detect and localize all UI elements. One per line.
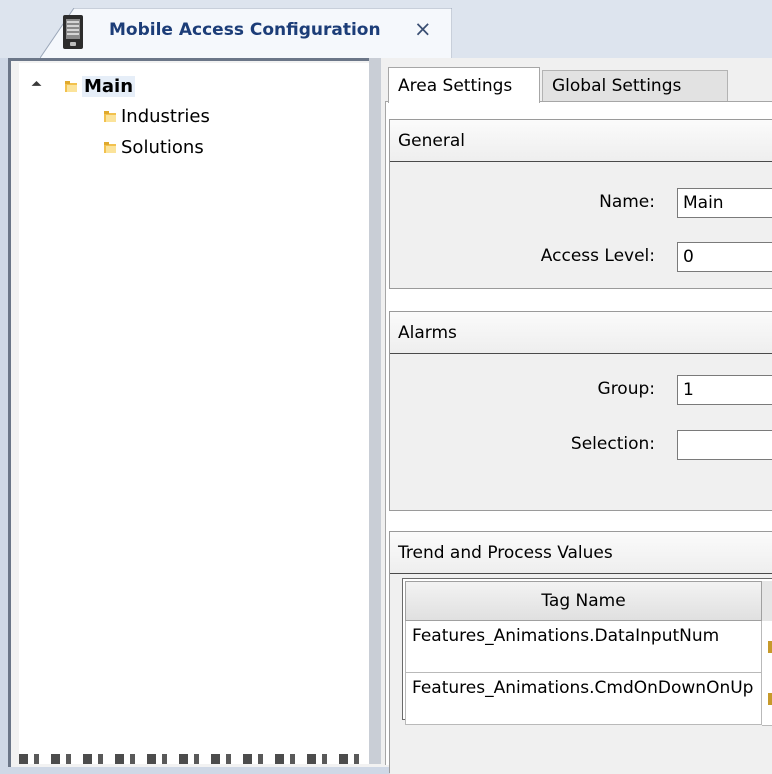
folder-icon — [104, 111, 116, 122]
access-level-field-value: 0 — [683, 247, 694, 267]
table-cell[interactable] — [762, 673, 772, 726]
alarms-group-header: Alarms — [390, 312, 772, 354]
tree-item-solutions[interactable]: Solutions — [103, 134, 204, 160]
tree-item-label: Solutions — [121, 136, 204, 158]
settings-panel: Area Settings Global Settings General Na… — [381, 58, 772, 774]
column-header[interactable] — [762, 581, 772, 622]
alarm-selection-field[interactable] — [677, 430, 772, 460]
close-icon[interactable]: × — [414, 17, 432, 41]
access-level-field[interactable]: 0 — [677, 242, 772, 272]
trend-group: Trend and Process Values Tag Name Featur… — [389, 531, 772, 774]
tab-global-settings[interactable]: Global Settings — [542, 70, 728, 101]
table-cell[interactable] — [762, 621, 772, 674]
selection-label: Selection: — [570, 434, 655, 454]
access-level-label: Access Level: — [540, 246, 655, 266]
name-field-value: Main — [683, 193, 724, 213]
alarm-group-field[interactable]: 1 — [677, 375, 772, 405]
tree-item-main[interactable]: Main — [19, 73, 219, 99]
column-header-tag-name[interactable]: Tag Name — [405, 581, 762, 621]
general-group: General Name: Main Access Level: 0 — [389, 119, 772, 289]
tree-item-label: Industries — [121, 105, 210, 127]
table-row[interactable]: Features_Animations.DataInputNum — [405, 621, 762, 673]
name-label: Name: — [599, 192, 655, 212]
trend-tags-grid: Tag Name Features_Animations.DataInputNu… — [402, 578, 772, 726]
tree-item-industries[interactable]: Industries — [103, 103, 210, 129]
document-tab-strip: Mobile Access Configuration × — [0, 0, 772, 58]
group-label: Group: — [597, 379, 655, 399]
name-field[interactable]: Main — [677, 188, 772, 218]
folder-icon — [65, 81, 77, 92]
expander-icon[interactable] — [31, 80, 42, 91]
area-settings-content: General Name: Main Access Level: 0 Alarm… — [385, 101, 772, 774]
area-tree: Main Industries Solutions — [19, 63, 369, 764]
panel-splitter[interactable] — [369, 58, 381, 764]
table-row[interactable]: Features_Animations.CmdOnDownOnUp — [405, 673, 762, 725]
document-tab-title: Mobile Access Configuration — [109, 20, 381, 40]
folder-icon — [104, 142, 116, 153]
mobile-phone-icon — [63, 15, 83, 49]
alarm-group-field-value: 1 — [683, 380, 694, 400]
tree-item-label: Main — [82, 75, 136, 97]
alarms-group: Alarms Group: 1 Selection: — [389, 311, 772, 511]
general-group-header: General — [390, 120, 772, 162]
trend-group-header: Trend and Process Values — [390, 532, 772, 574]
horizontal-scrollbar[interactable] — [19, 754, 369, 764]
tab-area-settings[interactable]: Area Settings — [388, 67, 540, 103]
